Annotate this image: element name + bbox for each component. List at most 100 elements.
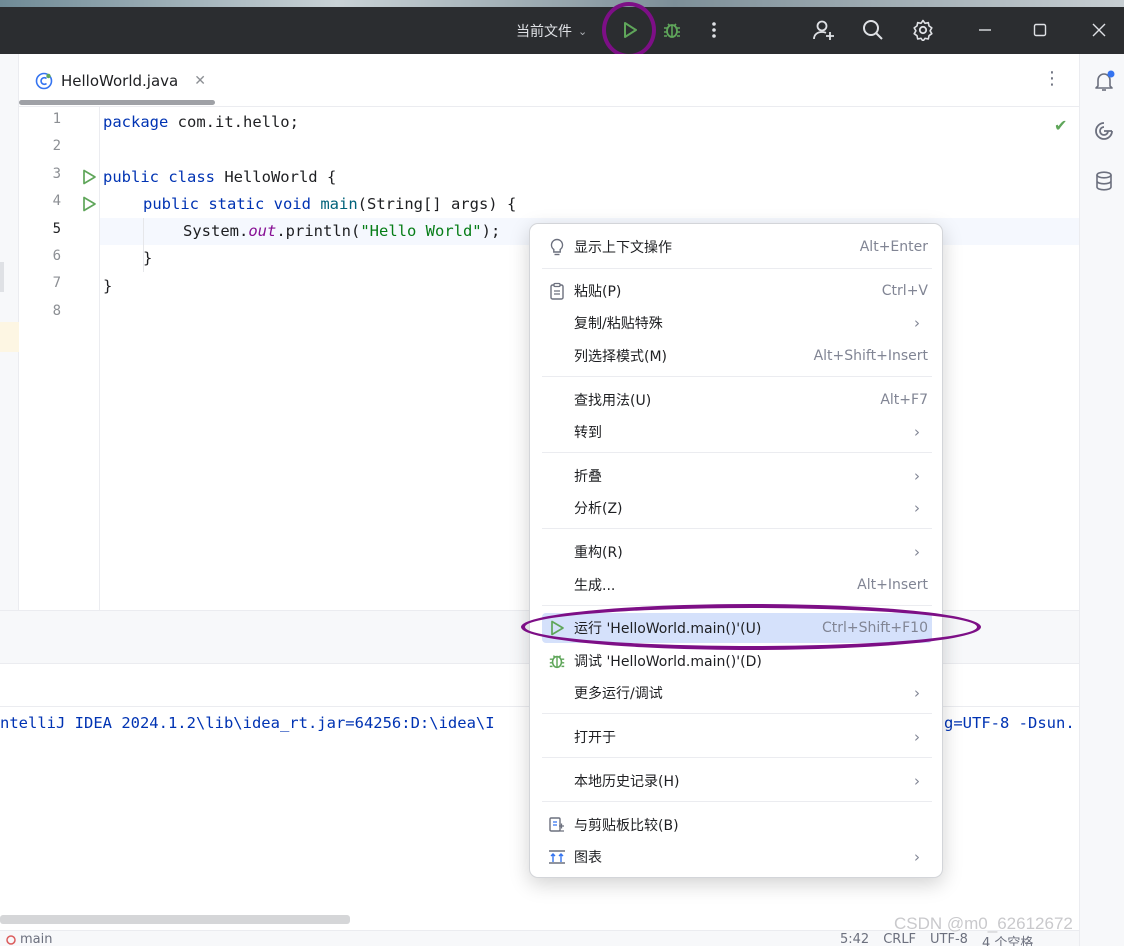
editor-tab-bar: HelloWorld.java ✕ ⋮	[19, 54, 1079, 107]
line-separator[interactable]: CRLF	[883, 932, 916, 946]
tab-options-kebab-icon[interactable]: ⋮	[1043, 68, 1061, 89]
menu-item-show-context-actions[interactable]: 显示上下文操作 Alt+Enter	[542, 232, 932, 262]
editor-tab-helloworld[interactable]: HelloWorld.java ✕	[35, 70, 206, 92]
code-token: "Hello World"	[360, 222, 482, 240]
file-encoding[interactable]: UTF-8	[930, 932, 968, 946]
code-token: .println(	[276, 222, 361, 240]
menu-item-label: 与剪贴板比较(B)	[574, 818, 679, 834]
menu-item-refactor[interactable]: 重构(R) ›	[542, 537, 932, 567]
code-line-5: System.out.println("Hello World");	[183, 218, 500, 245]
code-token: public class	[103, 168, 215, 186]
menu-item-local-history[interactable]: 本地历史记录(H) ›	[542, 766, 932, 796]
settings-button[interactable]	[908, 15, 938, 45]
submenu-arrow-icon: ›	[914, 684, 920, 702]
debug-button[interactable]	[657, 15, 687, 45]
notifications-icon[interactable]	[1093, 70, 1115, 92]
annotation-circle-run	[602, 2, 656, 58]
code-line-3: public class HelloWorld {	[103, 164, 336, 191]
code-token: public static void	[143, 195, 311, 213]
submenu-arrow-icon: ›	[914, 499, 920, 517]
line-number: 4	[52, 193, 61, 209]
diagram-icon	[548, 848, 566, 866]
menu-item-compare-clipboard[interactable]: 与剪贴板比较(B)	[542, 810, 932, 840]
menu-item-debug-main[interactable]: 调试 'HelloWorld.main()'(D)	[542, 646, 932, 676]
code-token: out	[248, 222, 277, 240]
editor-context-menu: 显示上下文操作 Alt+Enter 粘贴(P) Ctrl+V 复制/粘贴特殊 ›…	[529, 223, 943, 878]
window-background-strip	[0, 0, 1124, 7]
error-icon	[6, 934, 16, 945]
more-actions-button[interactable]	[699, 15, 729, 45]
menu-item-label: 显示上下文操作	[574, 240, 672, 256]
caret-position[interactable]: 5:42	[840, 932, 869, 946]
bulb-icon	[548, 238, 566, 256]
horizontal-scrollbar[interactable]	[0, 915, 350, 924]
menu-item-find-usages[interactable]: 查找用法(U) Alt+F7	[542, 385, 932, 415]
code-token: HelloWorld {	[214, 168, 337, 186]
minimize-button[interactable]	[970, 15, 1000, 45]
menu-item-generate[interactable]: 生成... Alt+Insert	[542, 570, 932, 600]
maximize-button[interactable]	[1025, 15, 1055, 45]
database-icon[interactable]	[1093, 170, 1115, 192]
menu-separator	[542, 452, 932, 453]
ai-assistant-icon[interactable]	[1093, 120, 1115, 142]
menu-separator	[542, 801, 932, 802]
code-token: main	[320, 195, 358, 213]
left-strip-marker	[0, 262, 4, 292]
branch-widget[interactable]: main	[6, 932, 52, 946]
menu-item-column-selection[interactable]: 列选择模式(M) Alt+Shift+Insert	[542, 341, 932, 371]
annotation-ellipse-run-item	[521, 604, 981, 650]
close-button[interactable]	[1084, 15, 1114, 45]
indent-setting[interactable]: 4 个空格	[982, 932, 1033, 946]
editor-gutter: 1 2 3 4 5 6 7 8	[19, 107, 100, 610]
minimize-icon	[979, 29, 991, 31]
gutter-run-icon[interactable]	[81, 169, 97, 185]
menu-item-label: 调试 'HelloWorld.main()'(D)	[574, 654, 762, 670]
gear-icon	[913, 19, 933, 41]
menu-item-open-in[interactable]: 打开于 ›	[542, 722, 932, 752]
submenu-arrow-icon: ›	[914, 848, 920, 866]
menu-item-label: 分析(Z)	[574, 501, 623, 517]
menu-item-goto[interactable]: 转到 ›	[542, 417, 932, 447]
menu-item-folding[interactable]: 折叠 ›	[542, 461, 932, 491]
add-user-icon	[813, 20, 834, 40]
menu-item-copy-paste-special[interactable]: 复制/粘贴特殊 ›	[542, 308, 932, 338]
code-line-7: }	[103, 277, 113, 295]
menu-item-diagrams[interactable]: 图表 ›	[542, 842, 932, 872]
menu-item-more-run-debug[interactable]: 更多运行/调试 ›	[542, 678, 932, 708]
run-config-selector[interactable]: 当前文件 ⌄	[516, 21, 587, 41]
compare-icon	[548, 816, 566, 834]
submenu-arrow-icon: ›	[914, 772, 920, 790]
menu-item-paste[interactable]: 粘贴(P) Ctrl+V	[542, 276, 932, 306]
menu-item-label: 重构(R)	[574, 545, 623, 561]
menu-item-shortcut: Alt+Shift+Insert	[813, 348, 928, 364]
search-button[interactable]	[858, 15, 888, 45]
menu-item-label: 查找用法(U)	[574, 393, 652, 409]
java-class-icon	[35, 72, 53, 90]
kebab-icon	[712, 22, 716, 38]
title-bar: 当前文件 ⌄	[0, 7, 1124, 54]
menu-item-shortcut: Alt+Insert	[857, 577, 928, 593]
menu-item-label: 粘贴(P)	[574, 284, 622, 300]
menu-item-label: 转到	[574, 425, 602, 441]
menu-item-shortcut: Ctrl+V	[881, 283, 928, 299]
tab-close-icon[interactable]: ✕	[194, 73, 206, 89]
gutter-run-icon[interactable]	[81, 196, 97, 212]
submenu-arrow-icon: ›	[914, 467, 920, 485]
left-strip-highlight	[0, 322, 19, 352]
add-user-button[interactable]	[809, 15, 839, 45]
submenu-arrow-icon: ›	[914, 423, 920, 441]
menu-item-analyze[interactable]: 分析(Z) ›	[542, 493, 932, 523]
submenu-arrow-icon: ›	[914, 728, 920, 746]
menu-item-shortcut: Alt+Enter	[859, 239, 928, 255]
menu-separator	[542, 757, 932, 758]
no-problems-check-icon[interactable]: ✔	[1054, 116, 1067, 135]
code-token: package	[103, 113, 169, 131]
branch-label: main	[20, 932, 53, 946]
code-token: com.it.hello;	[168, 113, 299, 131]
clipboard-icon	[548, 282, 566, 300]
menu-item-label: 列选择模式(M)	[574, 349, 668, 365]
line-number: 6	[52, 248, 61, 264]
menu-item-label: 更多运行/调试	[574, 686, 663, 702]
close-icon	[1092, 23, 1106, 37]
line-number: 2	[52, 138, 61, 154]
